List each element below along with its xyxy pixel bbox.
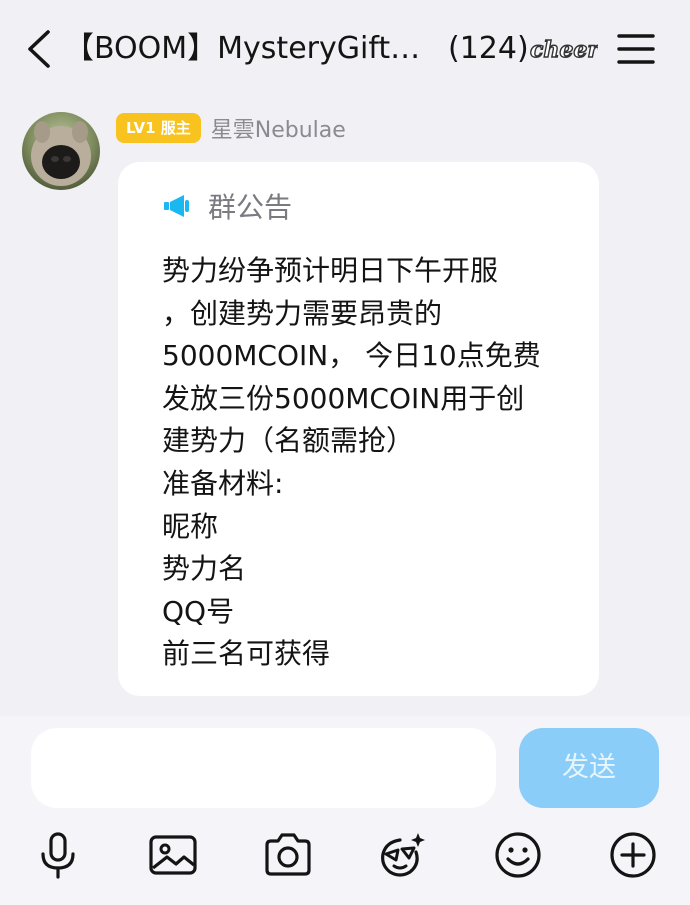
sender-name[interactable]: 星雲Nebulae <box>211 112 346 144</box>
send-button[interactable]: 发送 <box>519 728 659 808</box>
sticker-icon[interactable] <box>378 830 428 880</box>
notice-title: 群公告 <box>208 191 293 224</box>
member-count: (124) <box>448 31 529 66</box>
cheers-badge-icon[interactable]: cheers <box>528 30 598 68</box>
notice-line: 发放三份5000MCOIN用于创 <box>162 381 525 415</box>
megaphone-icon <box>164 195 189 217</box>
chat-screen: 【BOOM】MysteryGift… (124) cheers LV1 服主 <box>0 0 690 905</box>
plus-icon[interactable] <box>608 830 658 880</box>
sender-info: LV1 服主 星雲Nebulae <box>116 112 346 144</box>
notice-line: 势力纷争预计明日下午开服 <box>162 254 499 287</box>
level-badge: LV1 服主 <box>116 113 201 143</box>
back-arrow-icon[interactable] <box>22 28 58 70</box>
emoji-icon[interactable] <box>493 830 543 880</box>
notice-line: 建势力（名额需抢） <box>162 424 415 458</box>
notice-line: QQ号 <box>162 594 235 628</box>
notice-line: 前三名可获得 <box>162 637 331 671</box>
notice-line: 准备材料: <box>162 466 284 500</box>
message-input[interactable] <box>31 728 496 808</box>
microphone-icon[interactable] <box>33 830 83 880</box>
input-area: 发送 <box>0 716 690 905</box>
sender-avatar[interactable] <box>22 112 100 190</box>
notice-line: 势力名 <box>162 552 247 586</box>
notice-body: 势力纷争预计明日下午开服 ，创建势力需要昂贵的 5000MCOIN， 今日10点… <box>162 250 582 676</box>
chat-header: 【BOOM】MysteryGift… (124) cheers <box>0 0 690 98</box>
notice-line: 5000MCOIN， 今日10点免费 <box>162 339 541 373</box>
camera-icon[interactable] <box>263 830 313 880</box>
notice-header: 群公告 <box>162 186 292 226</box>
notice-line: 昵称 <box>162 509 219 543</box>
cheers-badge-text: cheers <box>530 37 598 63</box>
group-title[interactable]: 【BOOM】MysteryGift… <box>64 26 434 72</box>
menu-icon[interactable] <box>616 30 656 68</box>
image-icon[interactable] <box>148 830 198 880</box>
group-notice-bubble[interactable]: 群公告 势力纷争预计明日下午开服 ，创建势力需要昂贵的 5000MCOIN， 今… <box>118 162 599 696</box>
notice-line: ，创建势力需要昂贵的 <box>162 296 443 330</box>
